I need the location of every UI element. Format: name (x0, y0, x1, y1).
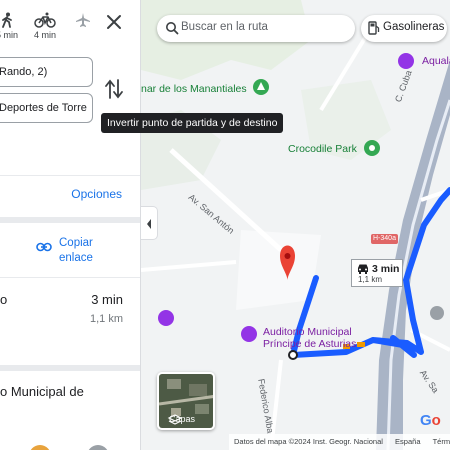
route-origin-fragment: o (0, 292, 8, 307)
search-placeholder: Buscar en la ruta (181, 21, 268, 33)
layers-label: Capas (169, 414, 196, 424)
callout-distance: 1,1 km (358, 275, 383, 284)
search-along-route[interactable]: Buscar en la ruta (157, 15, 355, 42)
directions-panel: 5 min 4 min Rando, 2) Deportes de Torre … (0, 0, 141, 450)
copy-link-label: Copiar enlace (59, 237, 93, 264)
road-badge: H-340a (371, 234, 398, 244)
bicycle-icon (34, 12, 56, 28)
chevron-left-icon (147, 219, 151, 229)
mode-walking-time: 5 min (0, 30, 18, 40)
airplane-icon (76, 13, 90, 27)
divider (0, 175, 140, 176)
route-time: 3 min (91, 292, 123, 307)
swap-tooltip: Invertir punto de partida y de destino (101, 113, 284, 133)
travel-mode-bar: 5 min 4 min (0, 0, 140, 52)
google-logo: Go (420, 412, 441, 429)
gas-stations-label: Gasolineras (383, 21, 445, 33)
map-data-attribution[interactable]: Datos del mapa ©2024 Inst. Geogr. Nacion… (234, 437, 383, 446)
mode-cycling[interactable]: 4 min (30, 12, 60, 40)
route-time-callout[interactable]: 3 min 1,1 km (351, 259, 403, 287)
close-icon[interactable] (104, 12, 124, 32)
swap-directions-icon[interactable] (104, 78, 124, 100)
poi-label-aqualand[interactable]: Aqualand Torremolinos (422, 55, 450, 67)
walking-icon (2, 12, 12, 28)
search-icon (166, 22, 179, 35)
poi-label-auditorio[interactable]: Auditorio Municipal Príncipe de Asturias (263, 326, 356, 350)
route-distance: 1,1 km (89, 313, 123, 325)
country-link[interactable]: España (395, 437, 420, 446)
mode-flights[interactable] (68, 12, 98, 30)
gas-station-icon (368, 21, 380, 35)
link-icon (36, 242, 52, 252)
divider (0, 277, 140, 278)
mode-walking[interactable]: 5 min (0, 12, 22, 40)
mode-cycling-time: 4 min (33, 30, 56, 40)
layers-button[interactable]: Capas (157, 372, 215, 430)
route-option[interactable]: o 3 min 1,1 km (0, 292, 140, 342)
car-icon (358, 264, 368, 274)
callout-time: 3 min (372, 263, 400, 275)
poi-label-crocodile[interactable]: Crocodile Park (288, 143, 357, 155)
terms-link[interactable]: Térmi (433, 437, 450, 446)
gas-stations-chip[interactable]: Gasolineras (361, 15, 447, 42)
destination-input[interactable]: Deportes de Torre (0, 93, 93, 123)
poi-label-manantiales[interactable]: nar de los Manantiales (141, 83, 247, 95)
options-button[interactable]: Opciones (71, 187, 122, 201)
section-divider (0, 217, 140, 223)
map-footer: Datos del mapa ©2024 Inst. Geogr. Nacion… (229, 434, 450, 450)
collapse-panel-button[interactable] (141, 206, 158, 240)
photo-thumbnails[interactable] (28, 442, 118, 450)
destination-card-title: o Municipal de (0, 384, 84, 399)
section-divider (0, 365, 140, 371)
start-input[interactable]: Rando, 2) (0, 57, 93, 87)
